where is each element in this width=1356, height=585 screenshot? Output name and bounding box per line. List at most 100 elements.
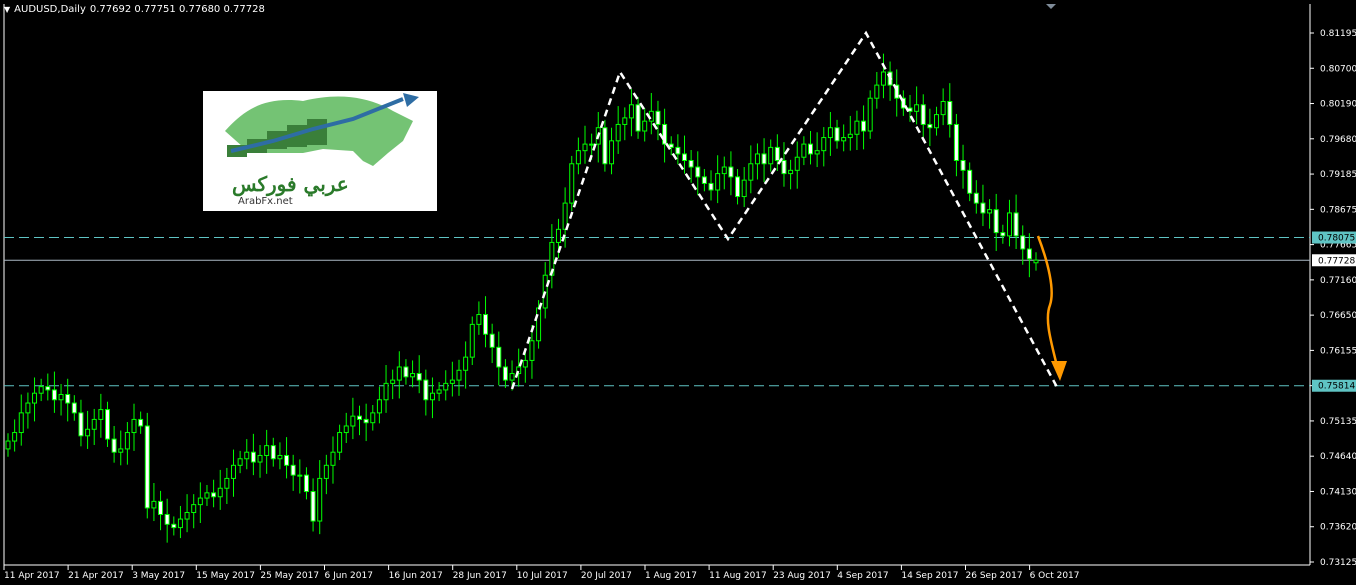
candle [250,433,256,476]
candle [575,137,581,175]
candle [58,384,64,416]
candle [701,169,707,192]
candle [317,460,323,535]
candle [350,397,356,440]
candle [489,323,495,364]
candle [754,143,760,180]
price-tick-label: 0.76155 [1320,346,1356,356]
candle [794,141,800,189]
candle [131,403,137,451]
candle [111,425,117,463]
price-tick-label: 0.79185 [1320,170,1356,180]
candle [993,193,999,251]
candle [363,403,369,442]
candle [357,405,363,436]
candle [549,224,555,289]
candle [934,106,940,136]
candle [728,151,734,196]
price-tick-label: 0.79680 [1320,135,1356,145]
candle [715,155,721,204]
candle [124,422,130,465]
candle [78,399,84,447]
candle [191,494,197,529]
candle [138,411,144,434]
candle [542,262,548,319]
candle [171,516,177,536]
time-tick-label: 3 May 2017 [132,571,185,581]
candle [303,467,309,500]
logo-url-text: ArabFx.net [238,196,293,207]
price-axis: 0.81195 0.80700 0.80190 0.79680 0.79185 0.786… [1310,29,1356,568]
candle [290,454,296,491]
price-tick-label: 0.75135 [1320,417,1356,427]
candle [85,410,91,449]
candle [257,444,263,478]
candle [529,325,535,379]
candle [708,170,714,201]
time-tick-label: 1 Aug 2017 [645,571,697,581]
time-tick-label: 6 Oct 2017 [1030,571,1080,581]
chart-shift-marker[interactable] [1046,4,1056,9]
candle [38,378,44,402]
candle [310,478,316,532]
candle [867,90,873,139]
candle [244,439,250,470]
candle [197,482,203,523]
candle [874,72,880,109]
price-tick-label: 0.73125 [1320,558,1356,568]
triangle-down-icon[interactable]: ▼ [4,5,10,14]
candle [91,408,97,445]
candle [71,395,77,421]
candle [847,115,853,151]
chart-header: ▼ AUDUSD,Daily 0.77692 0.77751 0.77680 0… [4,4,265,15]
candle [469,316,475,366]
candle [463,341,469,389]
candle [264,429,270,474]
candle [635,96,641,139]
candle [45,373,51,401]
candle [1000,224,1006,244]
candle [781,142,787,187]
candle [456,359,462,396]
candle-series [5,53,1039,543]
candle [483,296,489,348]
time-tick-label: 21 Apr 2017 [68,571,124,581]
candle [1013,194,1019,249]
candle [237,450,243,474]
price-chart[interactable]: 0.81195 0.80700 0.80190 0.79680 0.79185 0.786… [0,0,1356,585]
candle [416,355,422,394]
candle [502,359,508,388]
candle [184,494,190,533]
time-tick-label: 20 Jul 2017 [581,571,632,581]
time-tick-label: 11 Apr 2017 [4,571,60,581]
candle [642,108,648,142]
candle [25,392,31,429]
candle [648,92,654,135]
forecast-arrow-line [1036,235,1060,371]
candle [741,167,747,208]
candle [1020,225,1026,265]
candle [429,377,435,419]
candle [443,370,449,401]
candle [602,119,608,172]
candle [12,419,18,452]
time-tick-label: 15 May 2017 [196,571,255,581]
candle [323,454,329,495]
price-tag-label: 0.77728 [1318,256,1355,266]
price-tick-label: 0.74130 [1320,487,1356,497]
candle [230,449,236,497]
candle [808,130,814,165]
candle [383,365,389,413]
candle [735,169,741,205]
price-tag-label: 0.75814 [1318,382,1355,392]
candle [814,132,820,168]
candle [801,136,807,166]
price-level-lines [4,237,1310,387]
time-tick-label: 6 Jun 2017 [325,571,373,581]
candle [337,424,343,461]
candle [880,53,886,99]
candle [164,498,170,543]
candle [476,301,482,335]
candle [390,369,396,400]
candle [217,469,223,510]
